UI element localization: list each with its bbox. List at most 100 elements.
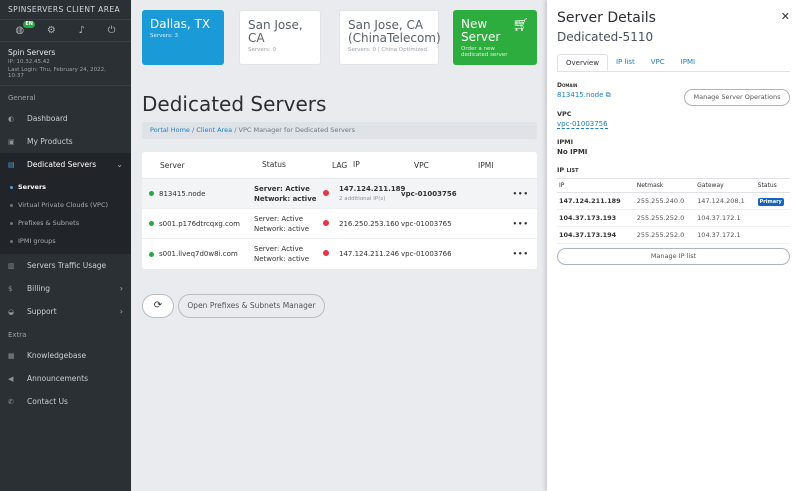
user-ip: IP: 10.32.45.42 (8, 59, 50, 65)
external-link-icon[interactable]: ⧉ (606, 91, 611, 99)
tab-overview[interactable]: Overview (557, 54, 608, 71)
server-status: Server: Active Network: active (254, 184, 317, 203)
megaphone-icon: ◀ (8, 374, 14, 383)
online-indicator (149, 221, 154, 226)
server-icon: ▤ (8, 160, 15, 169)
main-content: Dallas, TX Servers: 3 San Jose, CA Serve… (131, 0, 547, 491)
more-actions-icon[interactable]: ••• (513, 250, 529, 258)
card-subtitle: Servers: 0 | China Optimized (348, 47, 427, 53)
table-row[interactable]: s001.p176dtrcqxg.com Server: Active Netwo… (142, 209, 537, 239)
close-icon[interactable]: ✕ (781, 10, 790, 23)
subnav-servers[interactable]: Servers (0, 178, 131, 196)
dollar-icon: $ (8, 284, 13, 293)
breadcrumb-current: VPC Manager for Dedicated Servers (238, 126, 355, 134)
subnav-vpc[interactable]: Virtual Private Clouds (VPC) (0, 196, 131, 214)
section-extra: Extra (8, 331, 27, 339)
tab-ip-list[interactable]: IP list (608, 54, 643, 71)
header-ip: IP (353, 160, 360, 169)
tab-ipmi[interactable]: IPMI (673, 54, 703, 71)
table-row: 104.37.173.194 255.255.252.0 104.37.172.… (557, 226, 790, 244)
ipmi-value: No IPMI (557, 148, 588, 156)
sidebar-toolbar: ◍ EN ⚙ ♪ ⏻ (0, 20, 131, 42)
nav-traffic-usage[interactable]: ▥ Servers Traffic Usage (0, 254, 131, 277)
breadcrumb-portal-home[interactable]: Portal Home (150, 126, 190, 134)
gear-icon[interactable]: ⚙ (47, 25, 56, 37)
book-icon: ▦ (8, 351, 15, 360)
chevron-right-icon: › (119, 307, 123, 316)
header-gateway: Gateway (695, 178, 756, 193)
more-actions-icon[interactable]: ••• (513, 190, 529, 198)
header-lag: LAG (332, 160, 348, 170)
tab-vpc[interactable]: VPC (643, 54, 673, 71)
nav-label: Billing (27, 284, 50, 293)
chevron-right-icon: › (119, 284, 123, 293)
nav-announcements[interactable]: ◀ Announcements (0, 367, 131, 390)
vpc-label: VPC (557, 110, 572, 118)
ip-status (755, 226, 790, 244)
nav-dashboard[interactable]: ◐ Dashboard (0, 107, 131, 130)
card-subtitle: Servers: 0 (248, 47, 277, 53)
box-icon: ▣ (8, 137, 15, 146)
card-subtitle: Order a new dedicated server (461, 46, 508, 58)
card-title: New Server (461, 17, 501, 44)
domain-link[interactable]: 813415.node (557, 91, 603, 99)
open-prefixes-manager-button[interactable]: Open Prefixes & Subnets Manager (178, 294, 325, 318)
servers-table: Server Status LAG IP VPC IPMI 813415.nod… (142, 152, 537, 269)
nav-contact-us[interactable]: ✆ Contact Us (0, 390, 131, 413)
manage-server-operations-button[interactable]: Manage Server Operations (684, 89, 790, 106)
header-status: Status (755, 178, 790, 193)
ipmi-label: IPMI (557, 138, 574, 146)
globe-icon[interactable]: ◍ EN (15, 20, 35, 37)
subnav-ipmi-groups[interactable]: IPMI groups (0, 232, 131, 250)
nav-support[interactable]: ◒ Support › (0, 300, 131, 323)
table-row: 104.37.173.193 255.255.252.0 104.37.172.… (557, 209, 790, 227)
ip-list-label: IP list (557, 166, 579, 174)
additional-ips: 2 additional IP(s) (339, 195, 386, 202)
nav-label: Dashboard (27, 114, 68, 123)
vpc-link[interactable]: vpc-01003756 (557, 120, 608, 129)
nav-my-products[interactable]: ▣ My Products (0, 130, 131, 153)
server-name: s001.p176dtrcqxg.com (149, 220, 240, 228)
user-name: Spin Servers (8, 48, 56, 57)
breadcrumb-client-area[interactable]: Client Area (196, 126, 232, 134)
ip-address: 147.124.211.189 (557, 192, 635, 210)
table-row[interactable]: 813415.node Server: Active Network: activ… (142, 179, 537, 209)
language-badge: EN (23, 20, 35, 28)
nav-billing[interactable]: $ Billing › (0, 277, 131, 300)
header-netmask: Netmask (634, 178, 696, 193)
location-card-dallas[interactable]: Dallas, TX Servers: 3 (142, 10, 224, 65)
more-actions-icon[interactable]: ••• (513, 220, 529, 228)
dashboard-icon: ◐ (8, 114, 15, 123)
refresh-button[interactable]: ⟳ (142, 294, 174, 318)
primary-badge: Primary (757, 198, 784, 206)
netmask: 255.255.252.0 (634, 226, 696, 244)
ip-address: 104.37.173.194 (557, 226, 635, 244)
server-vpc: vpc-01003765 (401, 219, 452, 228)
table-row: 147.124.211.189 255.255.240.0 147.124.20… (557, 192, 790, 210)
manage-ip-list-button[interactable]: Manage IP list (557, 248, 790, 265)
nav-label: Servers Traffic Usage (27, 261, 107, 270)
nav-dedicated-servers[interactable]: ▤ Dedicated Servers ⌄ (0, 153, 131, 176)
table-header: Server Status LAG IP VPC IPMI (142, 152, 537, 179)
lag-indicator (323, 219, 329, 228)
ip-address: 104.37.173.193 (557, 209, 635, 227)
nav-knowledgebase[interactable]: ▦ Knowledgebase (0, 344, 131, 367)
bell-icon[interactable]: ♪ (79, 25, 85, 37)
user-last-login: Last Login: Thu, February 24, 2022, 10:3… (8, 67, 106, 79)
location-card-san-jose[interactable]: San Jose, CA Servers: 0 (239, 10, 321, 65)
table-row[interactable]: s001.llveq7d0w8i.com Server: Active Netwo… (142, 239, 537, 269)
subnav-prefixes[interactable]: Prefixes & Subnets (0, 214, 131, 232)
location-card-san-jose-chinatelecom[interactable]: San Jose, CA (ChinaTelecom) Servers: 0 |… (339, 10, 441, 65)
ip-list-table: IP Netmask Gateway Status 147.124.211.18… (557, 178, 790, 244)
lag-indicator (323, 250, 329, 258)
sidebar: SPINSERVERS CLIENT AREA ◍ EN ⚙ ♪ ⏻ Spin S… (0, 0, 131, 491)
netmask: 255.255.252.0 (634, 209, 696, 227)
header-vpc: VPC (414, 160, 429, 170)
new-server-card[interactable]: New Server Order a new dedicated server … (453, 10, 537, 65)
breadcrumb: Portal Home / Client Area / VPC Manager … (142, 122, 537, 139)
server-name: s001.llveq7d0w8i.com (149, 250, 238, 258)
refresh-icon: ⟳ (153, 300, 163, 311)
power-icon[interactable]: ⏻ (108, 25, 116, 37)
panel-title: Server Details (557, 10, 656, 26)
header-server: Server (160, 160, 185, 170)
